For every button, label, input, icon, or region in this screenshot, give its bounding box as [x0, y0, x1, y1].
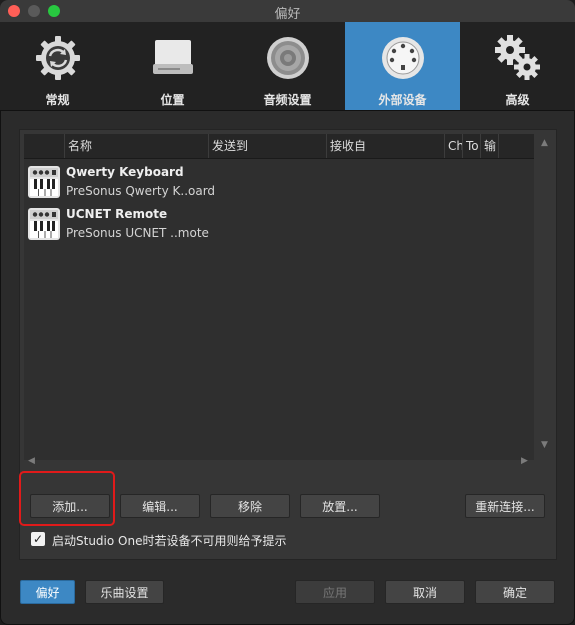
- apply-button[interactable]: 应用: [295, 580, 375, 604]
- reconnect-button[interactable]: 重新连接...: [465, 494, 545, 518]
- place-device-button[interactable]: 放置...: [300, 494, 380, 518]
- window-title: 偏好: [274, 7, 301, 22]
- column-to[interactable]: To: [462, 134, 480, 158]
- tab-external-devices-label: 外部设备: [378, 93, 427, 107]
- song-settings-button[interactable]: 乐曲设置: [85, 580, 164, 604]
- tab-locations-label: 位置: [160, 93, 185, 107]
- keyboard-icon: [28, 208, 60, 240]
- speaker-icon: [262, 32, 314, 84]
- tab-advanced-label: 高级: [505, 93, 530, 107]
- device-row-qwerty-keyboard[interactable]: Qwerty Keyboard PreSonus Qwerty K..oard: [24, 164, 534, 206]
- edit-device-button[interactable]: 编辑...: [120, 494, 200, 518]
- column-receive-from[interactable]: 接收自: [326, 134, 444, 158]
- column-send-to[interactable]: 发送到: [208, 134, 326, 158]
- ok-button[interactable]: 确定: [475, 580, 555, 604]
- column-output[interactable]: 输: [480, 134, 498, 158]
- preferences-toolbar: 常规 位置 音频设置 外部设备 高级: [0, 22, 575, 111]
- tab-advanced[interactable]: 高级: [460, 22, 575, 110]
- highlight-box: [19, 471, 115, 526]
- startup-warning-checkbox[interactable]: ✓: [31, 532, 45, 546]
- device-name: Qwerty Keyboard: [66, 165, 184, 179]
- scroll-up-icon[interactable]: ▲: [541, 138, 548, 148]
- device-name: UCNET Remote: [66, 207, 168, 221]
- cancel-button[interactable]: 取消: [385, 580, 465, 604]
- remove-device-button[interactable]: 移除: [210, 494, 290, 518]
- scroll-down-icon[interactable]: ▼: [541, 440, 548, 450]
- device-list[interactable]: 名称 发送到 接收自 Ch To 输 Qwe: [24, 134, 534, 460]
- device-list-header: 名称 发送到 接收自 Ch To 输: [24, 134, 534, 159]
- keyboard-icon: [28, 166, 60, 198]
- tab-locations[interactable]: 位置: [115, 22, 230, 110]
- device-row-ucnet-remote[interactable]: UCNET Remote PreSonus UCNET ..mote: [24, 206, 534, 248]
- column-channel[interactable]: Ch: [444, 134, 462, 158]
- device-model: PreSonus UCNET ..mote: [66, 226, 209, 240]
- gears-icon: [492, 32, 544, 84]
- device-model: PreSonus Qwerty K..oard: [66, 184, 216, 198]
- tab-external-devices[interactable]: 外部设备: [345, 22, 460, 110]
- preferences-button[interactable]: 偏好: [20, 580, 75, 604]
- vertical-scrollbar[interactable]: ▲ ▼: [539, 134, 553, 460]
- scroll-left-icon[interactable]: ◀: [28, 456, 35, 466]
- refresh-icon: [32, 32, 84, 84]
- tab-general[interactable]: 常规: [0, 22, 115, 110]
- column-extra: [498, 134, 534, 158]
- midi-port-icon: [377, 32, 429, 84]
- devices-panel: 名称 发送到 接收自 Ch To 输 Qwe: [19, 129, 557, 477]
- tab-audio-setup[interactable]: 音频设置: [230, 22, 345, 110]
- drive-icon: [147, 32, 199, 84]
- horizontal-scrollbar[interactable]: ◀ ▶: [24, 456, 534, 470]
- scroll-right-icon[interactable]: ▶: [521, 456, 528, 466]
- title-bar: 偏好: [0, 0, 575, 23]
- startup-warning-label: 启动Studio One时若设备不可用则给予提示: [52, 534, 287, 548]
- tab-audio-setup-label: 音频设置: [263, 93, 312, 107]
- preferences-window: 偏好 常规 位置 音频设置 外部设备 高级 名称 发送到 接收自 C To 输 …: [0, 0, 575, 625]
- column-name[interactable]: 名称: [64, 134, 208, 158]
- tab-general-label: 常规: [45, 93, 70, 107]
